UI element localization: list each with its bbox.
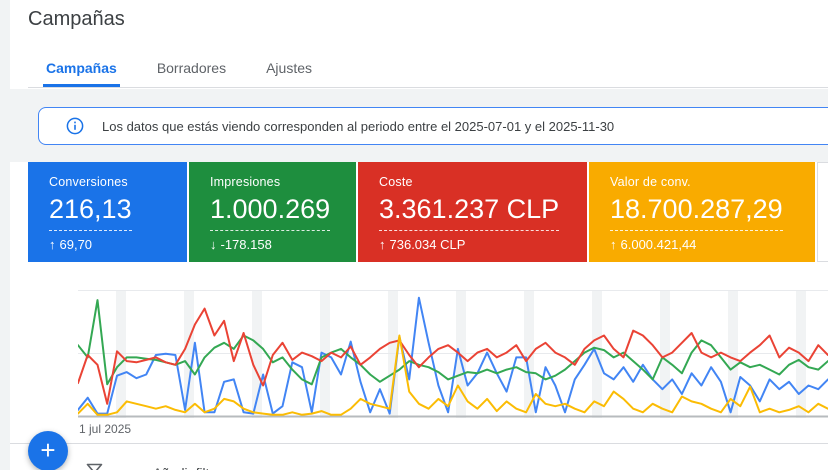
scorecard-delta: ↑ 6.000.421,44 [610,237,801,252]
scorecard-row: Conversiones 216,13 ↑ 69,70 Impresiones … [28,162,815,262]
scorecard-label: Impresiones [210,175,281,189]
scorecard-conversiones[interactable]: Conversiones 216,13 ↑ 69,70 [28,162,187,262]
scorecard-value: 18.700.287,29 [610,194,783,231]
add-campaign-fab[interactable]: + [28,431,68,470]
divider [10,443,828,444]
scorecard-coste[interactable]: Coste 3.361.237 CLP ↑ 736.034 CLP [358,162,587,262]
filter-funnel-icon [86,463,103,470]
page-title: Campañas [28,8,125,30]
scorecard-value: 216,13 [49,194,132,231]
scorecard-label: Coste [379,175,413,189]
scorecard-delta-value: 69,70 [59,237,93,252]
scorecard-delta-value: 736.034 CLP [389,237,466,252]
arrow-up-icon: ↑ [379,237,386,252]
scorecard-delta: ↑ 69,70 [49,237,173,252]
scorecard-label: Conversiones [49,175,128,189]
arrow-down-icon: ↓ [210,237,217,252]
left-edge-strip [0,0,10,470]
tab-bar: Campañas Borradores Ajustes [28,54,828,88]
scorecard-impresiones[interactable]: Impresiones 1.000.269 ↓ -178.158 [189,162,356,262]
filter-bar[interactable]: Añadir filtro [86,463,221,470]
plus-icon: + [40,435,56,465]
banner-text: Los datos que estás viendo corresponden … [102,118,615,134]
arrow-up-icon: ↑ [49,237,56,252]
arrow-up-icon: ↑ [610,237,617,252]
scorecard-delta: ↓ -178.158 [210,237,342,252]
filter-label: Añadir filtro [153,466,221,470]
performance-chart[interactable] [78,290,828,418]
chart-start-date-label: 1 jul 2025 [79,422,132,436]
scorecard-delta-value: 6.000.421,44 [620,237,697,252]
scorecard-value: 1.000.269 [210,194,331,231]
scorecard-value: 3.361.237 CLP [379,194,560,231]
scorecard-delta-value: -178.158 [220,237,272,252]
tab-borradores[interactable]: Borradores [154,60,229,87]
performance-chart-svg [78,290,828,418]
scorecard-next-partial[interactable] [817,162,828,262]
info-icon [66,117,84,135]
scorecard-valor-conv[interactable]: Valor de conv. 18.700.287,29 ↑ 6.000.421… [589,162,815,262]
tab-ajustes[interactable]: Ajustes [263,60,315,87]
scorecard-delta: ↑ 736.034 CLP [379,237,573,252]
tab-campanas[interactable]: Campañas [43,60,120,87]
date-range-banner: Los datos que estás viendo corresponden … [38,107,828,145]
scorecard-label: Valor de conv. [610,175,691,189]
campaigns-page: Campañas Campañas Borradores Ajustes Los… [0,0,828,470]
